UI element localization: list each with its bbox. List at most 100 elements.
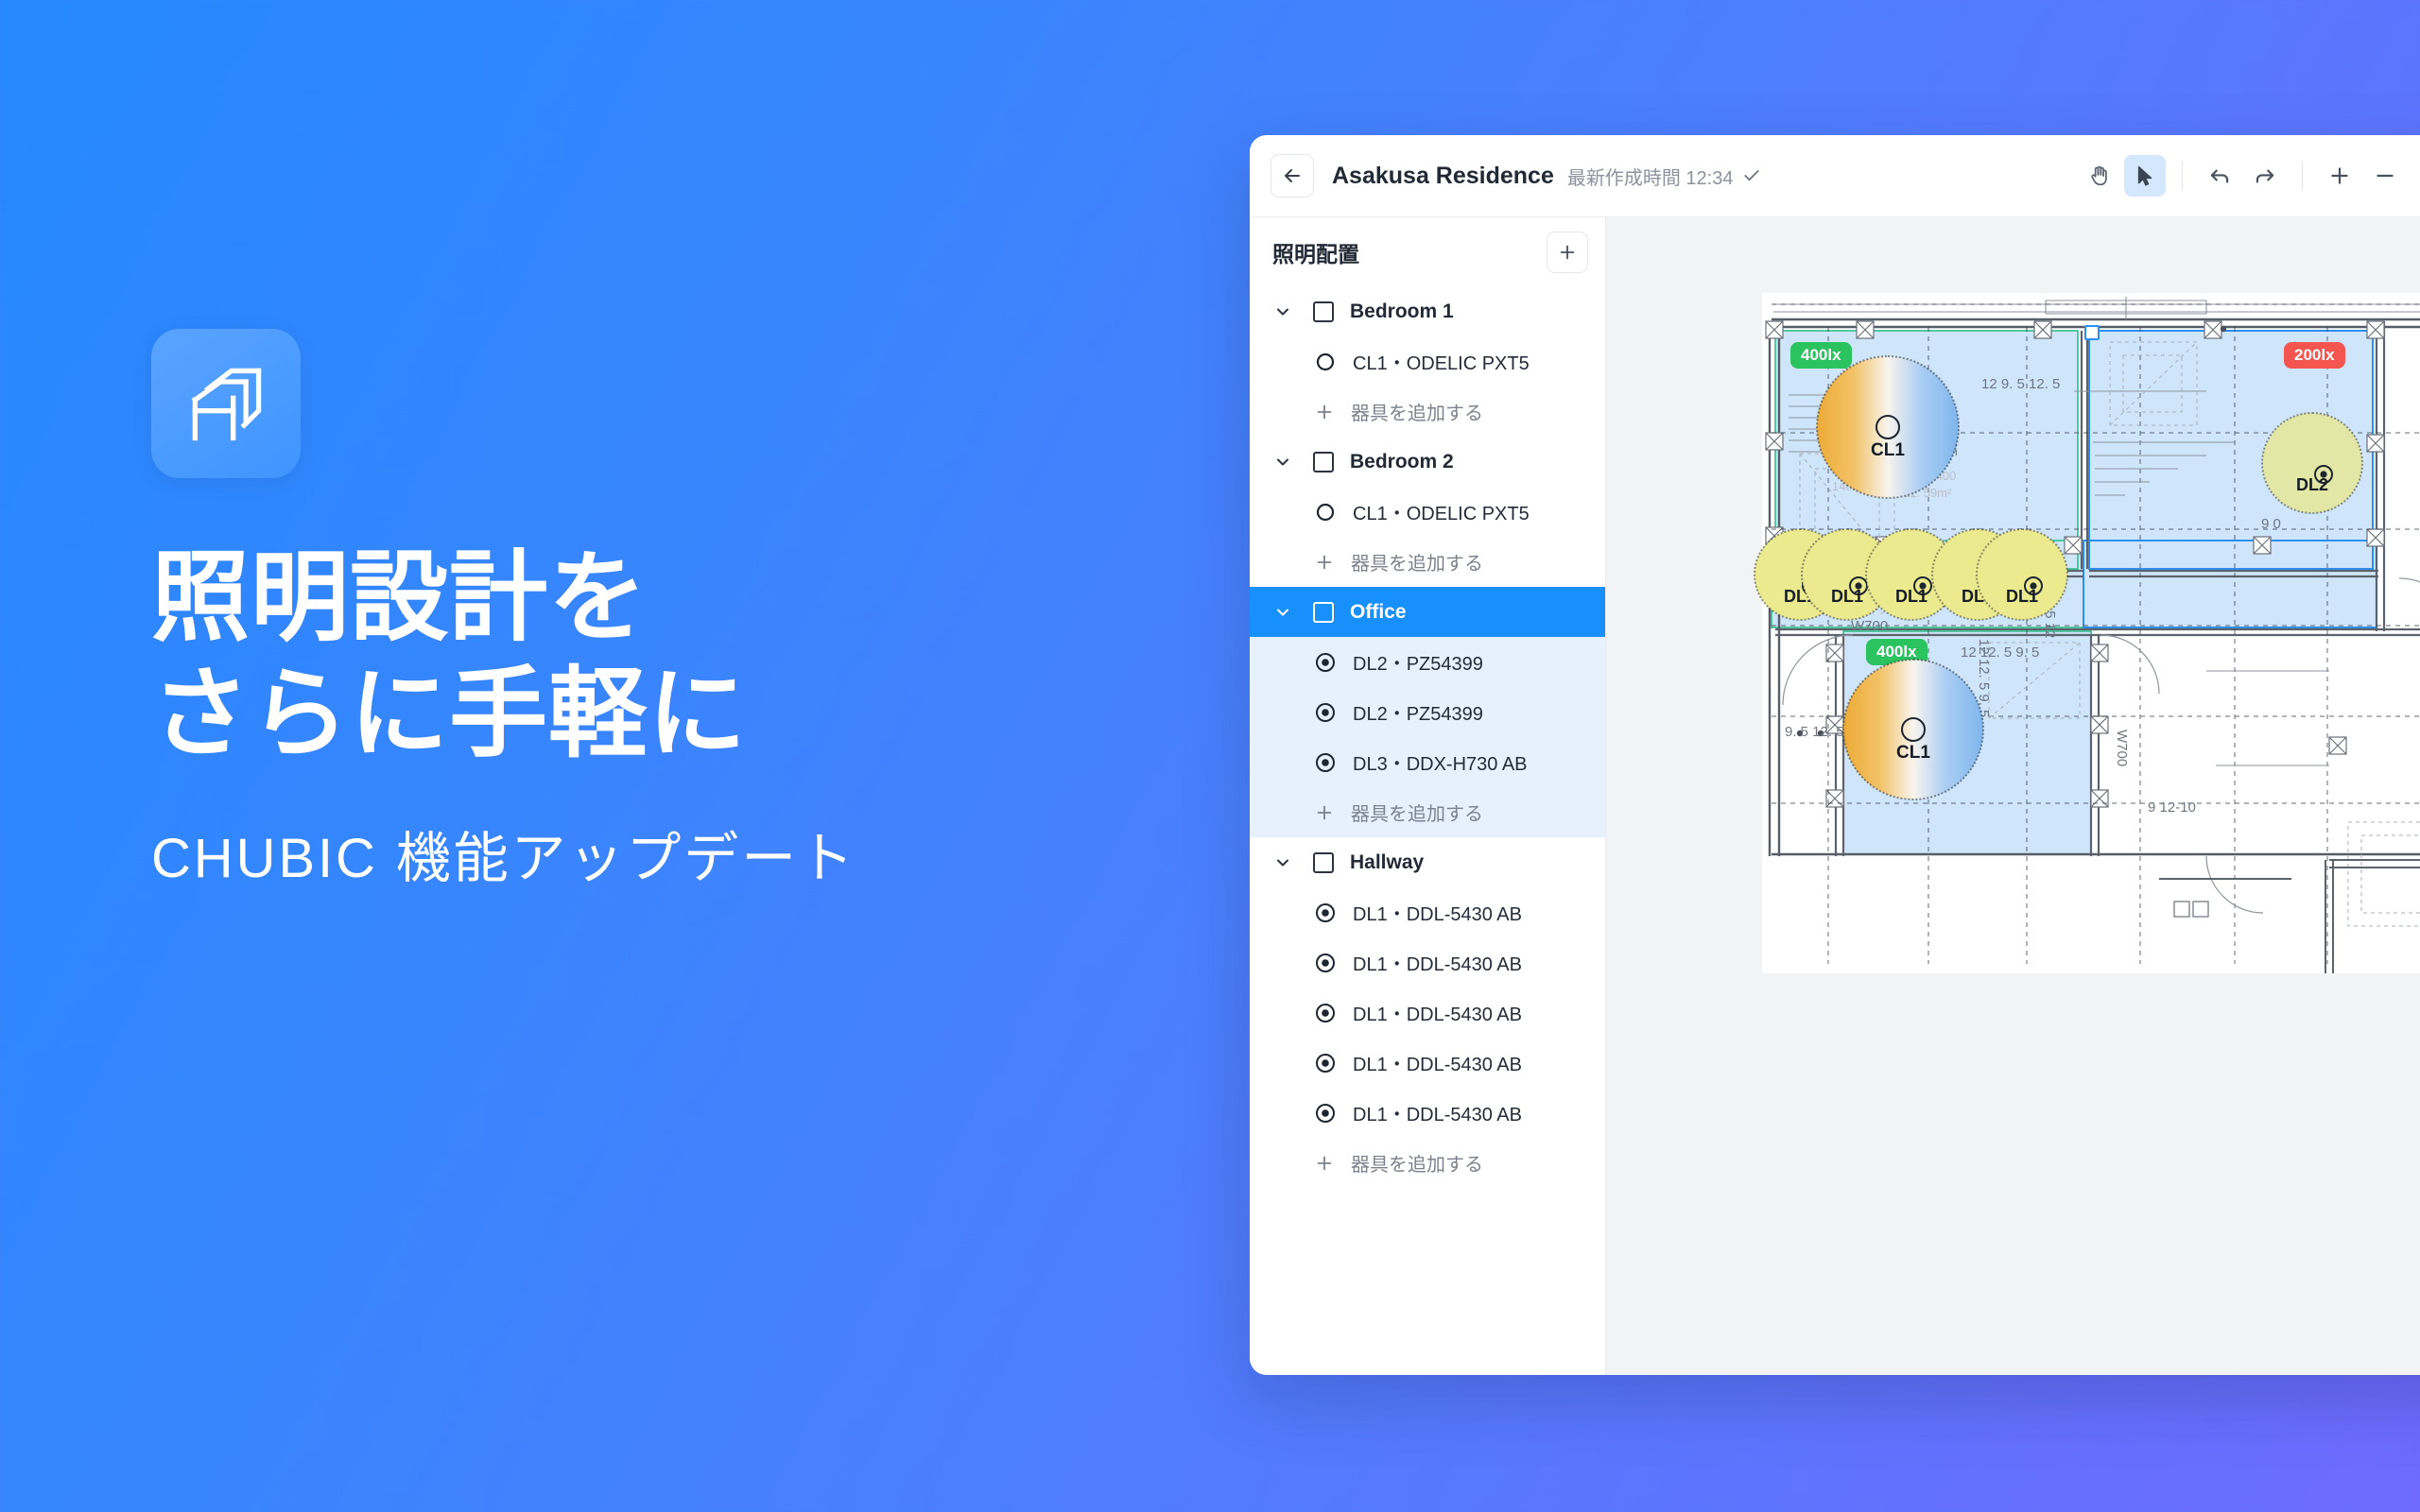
redo-button[interactable] <box>2244 155 2286 197</box>
dimension-label: 9 0 <box>2261 516 2281 532</box>
page-title: 照明設計を さらに手軽に <box>151 543 748 769</box>
lamp-label: CL1 <box>1896 743 1930 763</box>
add-fixture-label: 器具を追加する <box>1351 404 1483 424</box>
room-tree: Bedroom 1 CL1・ODELIC PXT5 器具を追加する Bedroom 2… <box>1250 286 1605 1197</box>
plus-icon <box>1313 551 1336 574</box>
fixture-label: CL1・ODELIC PXT5 <box>1353 353 1530 374</box>
fixture-row[interactable]: DL2・PZ54399 <box>1250 637 1605 687</box>
floorplan-canvas[interactable]: 400lx 200lx 350lx 400lx ダブル1400×2000 主寝室… <box>1606 217 2420 1375</box>
lighting-layout-panel: 照明配置 Bedroom 1 CL1・ODELIC PXT5 器具を追加する Bedr… <box>1250 217 1606 1375</box>
plus-icon <box>1560 245 1575 259</box>
toolbar-divider-2 <box>2302 162 2303 190</box>
add-fixture-button[interactable]: 器具を追加する <box>1250 537 1605 587</box>
undo-button[interactable] <box>2199 155 2240 197</box>
zoom-out-button[interactable] <box>2364 155 2406 197</box>
app-window: Asakusa Residence 最新作成時間 12:34 照明配置 Bedr… <box>1250 135 2420 1375</box>
fixture-row[interactable]: CL1・ODELIC PXT5 <box>1250 336 1605 387</box>
plus-icon <box>1313 801 1336 824</box>
dimension-label: 12 12. 5 9. 5 <box>1961 644 2040 661</box>
lamp-label: CL1 <box>1871 440 1905 460</box>
fixture-list: CL1・ODELIC PXT5 器具を追加する <box>1250 487 1605 587</box>
fixture-label: DL2・PZ54399 <box>1353 704 1483 725</box>
chevron-down-icon[interactable] <box>1270 600 1295 625</box>
add-fixture-label: 器具を追加する <box>1351 804 1483 825</box>
room-group: Bedroom 2 CL1・ODELIC PXT5 器具を追加する <box>1250 437 1605 587</box>
chevron-down-icon[interactable] <box>1270 300 1295 324</box>
room-group: Hallway DL1・DDL-5430 AB DL1・DDL-5430 AB DL1… <box>1250 837 1605 1188</box>
panel-title: 照明配置 <box>1272 241 1359 266</box>
plus-icon <box>1313 1152 1336 1175</box>
lux-badge: 200lx <box>2284 342 2345 369</box>
room-checkbox[interactable] <box>1313 301 1334 322</box>
room-checkbox[interactable] <box>1313 451 1334 472</box>
dimension-label: 9 12-10 <box>2148 799 2196 816</box>
promo-block: 照明設計を さらに手軽に CHUBIC 機能アップデート <box>151 329 1210 893</box>
fixture-row[interactable]: DL2・PZ54399 <box>1250 687 1605 737</box>
fixture-row[interactable]: DL1・DDL-5430 AB <box>1250 1038 1605 1088</box>
floorplan: 400lx 200lx 350lx 400lx ダブル1400×2000 主寝室… <box>1754 293 2420 973</box>
toolbar-divider-1 <box>2182 162 2183 190</box>
fixture-row[interactable]: DL1・DDL-5430 AB <box>1250 887 1605 937</box>
plus-icon <box>1313 401 1336 423</box>
page-subtitle: CHUBIC 機能アップデート <box>151 828 856 890</box>
room-group-header-bedroom-1[interactable]: Bedroom 1 <box>1250 286 1605 336</box>
document-title: Asakusa Residence <box>1332 162 1554 189</box>
check-icon <box>1742 166 1761 185</box>
target-icon <box>1313 1051 1338 1075</box>
dimension-label: W700 <box>2114 730 2130 767</box>
target-icon <box>1313 650 1338 675</box>
fixture-label: DL1・DDL-5430 AB <box>1353 1005 1522 1025</box>
fixture-label: CL1・ODELIC PXT5 <box>1353 504 1530 524</box>
zoom-in-button[interactable] <box>2319 155 2360 197</box>
target-icon <box>1313 1001 1338 1025</box>
fixture-label: DL1・DDL-5430 AB <box>1353 1105 1522 1125</box>
cube-logo-icon <box>151 329 301 478</box>
chevron-down-icon[interactable] <box>1270 450 1295 474</box>
room-group-label: Bedroom 2 <box>1350 450 1454 472</box>
toolbar <box>2079 155 2420 197</box>
add-fixture-button[interactable]: 器具を追加する <box>1250 387 1605 437</box>
room-group-header-hallway[interactable]: Hallway <box>1250 837 1605 887</box>
document-meta: 最新作成時間 12:34 <box>1566 167 1734 189</box>
titlebar: Asakusa Residence 最新作成時間 12:34 <box>1250 135 2420 217</box>
circle-icon <box>1901 717 1926 742</box>
room-checkbox[interactable] <box>1313 601 1334 623</box>
circle-icon <box>1313 500 1338 524</box>
lux-badge: 400lx <box>1790 342 1852 369</box>
fixture-row[interactable]: CL1・ODELIC PXT5 <box>1250 487 1605 537</box>
add-fixture-label: 器具を追加する <box>1351 554 1483 575</box>
lamp-label: DL1 <box>1830 587 1864 606</box>
select-tool-button[interactable] <box>2124 155 2166 197</box>
room-group-header-office[interactable]: Office <box>1250 587 1605 637</box>
cursor-icon <box>2137 165 2152 186</box>
fixture-list: DL1・DDL-5430 AB DL1・DDL-5430 AB DL1・DDL-54… <box>1250 887 1605 1188</box>
add-fixture-button[interactable]: 器具を追加する <box>1250 787 1605 837</box>
fixture-label: DL1・DDL-5430 AB <box>1353 904 1522 925</box>
redo-icon <box>2256 169 2274 183</box>
room-checkbox[interactable] <box>1313 851 1334 873</box>
target-icon <box>1313 700 1338 725</box>
selection-handle[interactable] <box>2084 325 2100 340</box>
hand-tool-button[interactable] <box>2079 155 2120 197</box>
arrow-left-icon <box>1285 169 1300 182</box>
fixture-list: CL1・ODELIC PXT5 器具を追加する <box>1250 336 1605 437</box>
fixture-row[interactable]: DL1・DDL-5430 AB <box>1250 988 1605 1038</box>
room-group: Office DL2・PZ54399 DL2・PZ54399 DL3・DDX-H730… <box>1250 587 1605 837</box>
fixture-row[interactable]: DL3・DDX-H730 AB <box>1250 737 1605 787</box>
back-button[interactable] <box>1270 154 1314 198</box>
add-group-button[interactable] <box>1547 231 1588 273</box>
lamp-label: DL1 <box>2005 587 2039 606</box>
plus-icon <box>2331 167 2348 184</box>
fixture-label: DL3・DDX-H730 AB <box>1353 754 1528 775</box>
room-group-label: Bedroom 1 <box>1350 300 1454 322</box>
lamp-label: DL2 <box>2295 475 2329 494</box>
dimension-label: 12 9. 5 12. 5 <box>1981 376 2061 392</box>
fixture-row[interactable]: DL1・DDL-5430 AB <box>1250 1088 1605 1138</box>
chevron-down-icon[interactable] <box>1270 850 1295 875</box>
fixture-row[interactable]: DL1・DDL-5430 AB <box>1250 937 1605 988</box>
room-group-label: Hallway <box>1350 850 1425 873</box>
dimension-label: W700 <box>1851 618 1889 634</box>
room-group-header-bedroom-2[interactable]: Bedroom 2 <box>1250 437 1605 487</box>
add-fixture-button[interactable]: 器具を追加する <box>1250 1138 1605 1188</box>
target-icon <box>1313 750 1338 775</box>
